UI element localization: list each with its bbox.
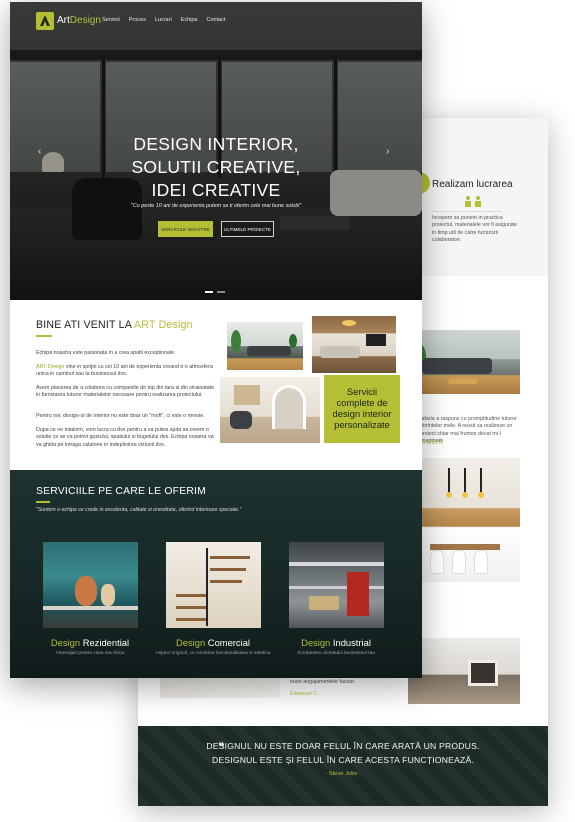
brand-name-first: Art	[57, 15, 70, 26]
brand-mention: ART Design	[36, 364, 65, 370]
quote-line: DESIGNUL NU ESTE DOAR FELUL ÎN CARE ARAT…	[206, 741, 480, 751]
step-divider	[432, 211, 502, 212]
quote-author: - Steve Jobs -	[325, 771, 361, 777]
hero-title-line: DESIGN INTERIOR,	[133, 134, 299, 154]
heading-underline	[36, 501, 50, 503]
service-title-comercial[interactable]: Design Comercial	[148, 637, 278, 648]
hero-title-line: SOLUTII CREATIVE,	[131, 157, 301, 177]
welcome-paragraph: Pentru noi, design-ul de interior nu est…	[36, 413, 205, 419]
slider-dot-active[interactable]	[205, 291, 213, 293]
project-photo	[160, 678, 280, 698]
welcome-paragraph: Dupa ce ne intalnim, vom lucra cu dvs pe…	[36, 427, 214, 448]
welcome-paragraph: ART Design vine in sprijin cu cei 10 ani…	[36, 364, 216, 379]
slider-dot[interactable]	[217, 291, 225, 293]
nav-item-lucrari[interactable]: Lucrari	[155, 17, 172, 23]
services-highlight-text: Servicii complete de design interior per…	[332, 386, 392, 430]
quote-banner	[138, 726, 548, 806]
kitchen-photo	[408, 458, 520, 582]
service-description: Scrobesteu climatului businessul tau	[297, 651, 375, 656]
service-title-name: Industrial	[330, 637, 371, 648]
services-highlight-card: Servicii complete de design interior per…	[324, 375, 400, 443]
reading-nook-photo	[220, 377, 320, 443]
main-nav: Servicii Proces Lucrari Echipa Contact	[102, 17, 225, 23]
brand-name[interactable]: ArtDesign	[57, 15, 101, 26]
testimonial-author: Emanuel C -	[290, 691, 321, 697]
projects-button[interactable]: ULTIMELE PROIECTE	[221, 221, 274, 237]
handshake-icon	[465, 196, 481, 207]
nav-item-servicii[interactable]: Servicii	[102, 17, 120, 23]
living-room-photo	[408, 330, 520, 394]
services-button[interactable]: SERVICIILE NOASTRE	[158, 221, 213, 237]
service-title-accent: Design	[50, 637, 81, 648]
fireplace-room-photo	[408, 638, 520, 704]
living-room-photo	[227, 322, 303, 370]
nav-item-contact[interactable]: Contact	[207, 17, 226, 23]
welcome-heading-accent: ART Design	[134, 319, 193, 331]
service-title-accent: Design	[176, 637, 206, 648]
service-title-name: Rezidential	[80, 637, 130, 648]
residential-photo[interactable]	[43, 542, 138, 628]
process-step-title: Realizam lucrarea	[432, 179, 513, 190]
heading-underline	[36, 335, 52, 337]
welcome-paragraph: Echipa noastra este pasionata in a crea …	[36, 350, 176, 356]
service-title-name: Comercial	[205, 637, 250, 648]
welcome-heading: BINE ATI VENIT LA ART Design	[36, 319, 193, 331]
welcome-paragraph: Avem placerea de a colabora cu companiil…	[36, 385, 215, 399]
service-title-accent: Design	[301, 637, 331, 648]
nav-item-echipa[interactable]: Echipa	[181, 17, 198, 23]
testimonial-author: Andres B	[420, 440, 443, 446]
front-page-preview: ArtDesign Servicii Proces Lucrari Echipa…	[10, 2, 422, 678]
lounge-photo	[312, 316, 396, 373]
service-description: Aspect original, ce combina functionalit…	[155, 651, 271, 656]
service-description: Amenajari pentru casa sau birou	[55, 651, 125, 656]
process-step-text: Incepem sa punem in practica proiectul, …	[432, 215, 518, 243]
services-subtitle: "Suntem o echipa ce crede in excelenta, …	[36, 507, 242, 513]
testimonial-caption: toate angajamentele facute.	[290, 679, 356, 685]
commercial-photo[interactable]	[166, 542, 261, 628]
service-title-rezidential[interactable]: Design Rezidential	[25, 637, 155, 648]
services-heading: SERVICIILE PE CARE LE OFERIM	[36, 486, 206, 497]
industrial-photo[interactable]	[289, 542, 384, 628]
logo-icon	[40, 15, 50, 26]
quote-line: DESIGNUL ESTE ȘI FELUL ÎN CARE ACESTA FU…	[211, 755, 474, 765]
hero-subtitle: "Cu peste 10 ani de experienta putem sa …	[130, 203, 302, 209]
nav-item-proces[interactable]: Proces	[129, 17, 146, 23]
welcome-heading-prefix: BINE ATI VENIT LA	[36, 319, 135, 331]
brand-name-accent: Design	[69, 15, 101, 26]
service-title-industrial[interactable]: Design Industrial	[271, 637, 401, 648]
hero-title-line: IDEI CREATIVE	[151, 180, 281, 200]
